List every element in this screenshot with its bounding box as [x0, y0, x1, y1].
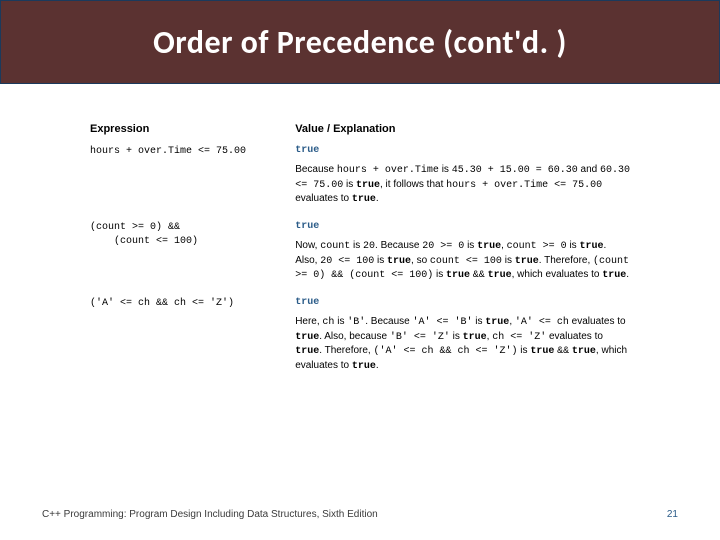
expression-cell: hours + over.Time <= 75.00 [90, 141, 295, 217]
col-header-value: Value / Explanation [295, 122, 630, 141]
title-bar: Order of Precedence (cont'd. ) [0, 0, 720, 84]
table-row: ('A' <= ch && ch <= 'Z')trueHere, ch is … [90, 293, 630, 384]
expression-cell: (count >= 0) && (count <= 100) [90, 217, 295, 293]
table-row: hours + over.Time <= 75.00trueBecause ho… [90, 141, 630, 217]
table-row: (count >= 0) && (count <= 100)trueNow, c… [90, 217, 630, 293]
expression-cell: ('A' <= ch && ch <= 'Z') [90, 293, 295, 384]
value-cell: trueBecause hours + over.Time is 45.30 +… [295, 141, 630, 217]
col-header-expression: Expression [90, 122, 295, 141]
slide-content: Expression Value / Explanation hours + o… [0, 84, 720, 383]
precedence-table: Expression Value / Explanation hours + o… [90, 122, 630, 383]
footer-book: C++ Programming: Program Design Includin… [42, 509, 378, 520]
slide-title: Order of Precedence (cont'd. ) [153, 23, 567, 62]
footer-page: 21 [667, 509, 678, 520]
value-cell: trueHere, ch is 'B'. Because 'A' <= 'B' … [295, 293, 630, 384]
footer: C++ Programming: Program Design Includin… [42, 509, 678, 520]
value-cell: trueNow, count is 20. Because 20 >= 0 is… [295, 217, 630, 293]
